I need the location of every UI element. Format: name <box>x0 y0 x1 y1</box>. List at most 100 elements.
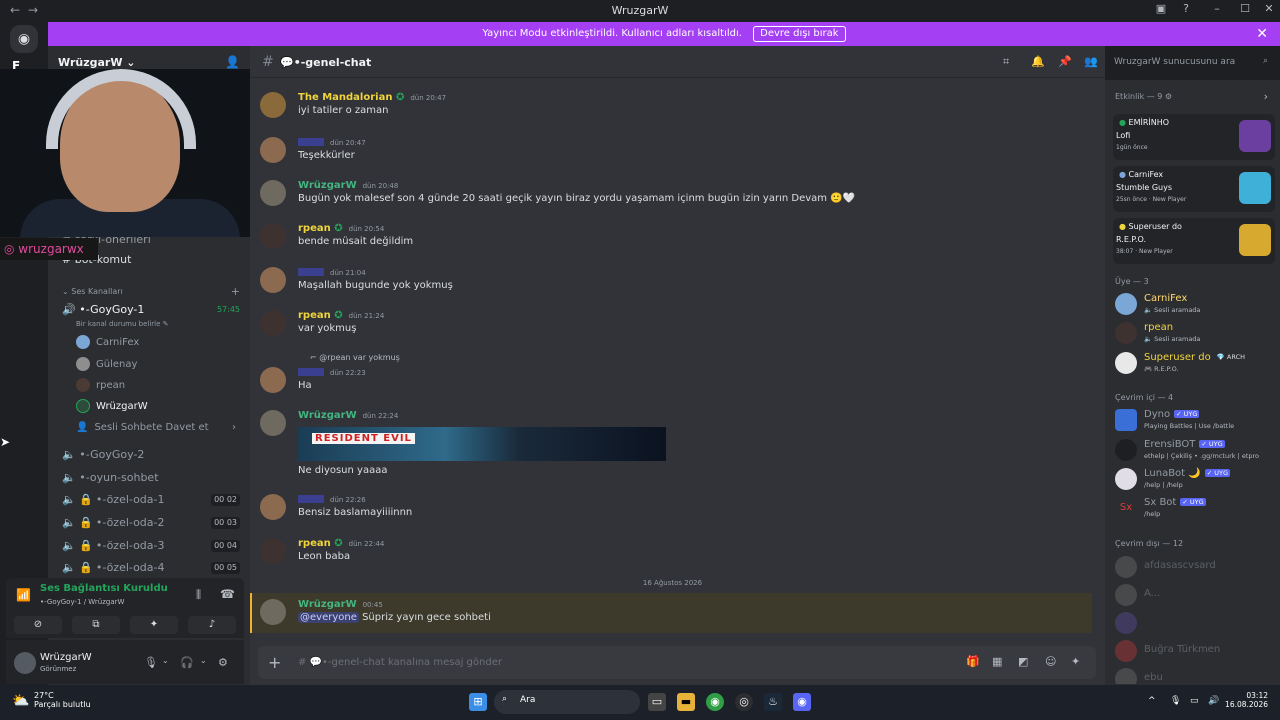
voice-channel-item[interactable]: 🔈 •-oyun-sohbet <box>56 468 246 488</box>
chevron-right-icon[interactable]: › <box>1264 90 1268 103</box>
message-author[interactable]: rpean ✪ dün 21:24 <box>298 310 384 321</box>
voice-channel-item[interactable]: 🔈 🔒 •-özel-oda-4 00 05 <box>56 558 246 578</box>
apps-icon[interactable]: ✦ <box>1071 655 1080 668</box>
soundboard-button[interactable]: ♪ <box>188 616 236 634</box>
sticker-icon[interactable]: ◩ <box>1018 655 1028 668</box>
voice-user[interactable]: CarniFex <box>76 333 139 353</box>
gear-icon[interactable]: ⚙ <box>218 656 228 669</box>
voice-status[interactable]: Bir kanal durumu belirle ✎ <box>70 314 260 334</box>
voice-channel-item[interactable]: 🔈 🔒 •-özel-oda-3 00 04 <box>56 536 246 556</box>
minimize-button[interactable]: – <box>1206 2 1228 15</box>
activity-card[interactable]: ● EMİRİNHO Lofi 1gün önce <box>1113 114 1275 160</box>
signal-icon[interactable]: 📶 <box>16 588 31 602</box>
pin-icon[interactable]: 📌 <box>1058 55 1072 68</box>
network-icon[interactable]: ▭ <box>1190 696 1199 706</box>
server-search[interactable]: WruzgarW sunucusunu ara ⌕ <box>1108 53 1274 73</box>
add-channel-icon[interactable]: + <box>231 282 240 302</box>
mic-tray-icon[interactable]: 🎙 <box>1170 696 1181 706</box>
voice-category[interactable]: ⌄ Ses Kanalları + <box>56 282 246 302</box>
member-item[interactable]: LunaBot 🌙 ✓ UYG /help | /help <box>1113 466 1278 492</box>
invite-to-voice[interactable]: 👤 Sesli Sohbete Davet et › <box>76 418 236 438</box>
member-item[interactable] <box>1113 610 1278 636</box>
member-item[interactable]: Sx Sx Bot ✓ UYG /help <box>1113 495 1278 521</box>
windows-start-icon[interactable]: ⊞ <box>469 693 487 711</box>
voice-channel-item[interactable]: 🔈 •-GoyGoy-2 <box>56 445 246 465</box>
inbox-icon[interactable]: ▣ <box>1150 2 1172 15</box>
discord-home-icon[interactable]: ◉ <box>10 25 38 53</box>
camera-off-button[interactable]: ⊘ <box>14 616 62 634</box>
task-view-icon[interactable]: ▭ <box>648 693 666 711</box>
voice-channel-item[interactable]: 🔈 🔒 •-özel-oda-1 00 02 <box>56 490 246 510</box>
member-item[interactable]: Superuser do 💎 ARCH 🎮 R.E.P.O. <box>1113 350 1278 376</box>
member-item[interactable]: A... <box>1113 582 1278 608</box>
message-author[interactable]: rpean ✪ dün 22:44 <box>298 538 384 549</box>
avatar[interactable] <box>260 494 286 520</box>
voice-user[interactable]: rpean <box>76 376 125 396</box>
member-item[interactable]: ebu <box>1113 666 1278 684</box>
avatar[interactable] <box>260 180 286 206</box>
taskbar-search[interactable]: ⌕ Ara <box>494 690 640 714</box>
member-item[interactable]: rpean 🔈 Sesli aramada <box>1113 320 1278 346</box>
screen-share-button[interactable]: ⧉ <box>72 616 120 634</box>
avatar[interactable] <box>260 599 286 625</box>
volume-icon[interactable]: 🔊 <box>1208 696 1219 706</box>
discord-taskbar-icon[interactable]: ◉ <box>793 693 811 711</box>
message-composer[interactable]: + # 💬•-genel-chat kanalına mesaj gönder … <box>258 646 1096 679</box>
weather-icon[interactable]: ⛅ <box>12 693 29 709</box>
add-member-icon[interactable]: 👤 <box>225 55 240 69</box>
banner-close-icon[interactable]: ✕ <box>1256 22 1268 46</box>
avatar[interactable] <box>260 410 286 436</box>
message-author[interactable]: WrüzgarW 00:45 <box>298 599 383 610</box>
message-author[interactable]: WrüzgarW dün 22:24 <box>298 410 398 421</box>
bell-icon[interactable]: 🔔 <box>1031 55 1045 68</box>
activity-card[interactable]: ● CarniFex Stumble Guys 25sn önce · New … <box>1113 166 1275 212</box>
message-author[interactable]: dün 22:26 <box>298 494 366 505</box>
voice-channel-path[interactable]: •-GoyGoy-1 / WrüzgarW <box>40 598 124 606</box>
activities-button[interactable]: ✦ <box>130 616 178 634</box>
voice-channel-item[interactable]: 🔈 🔒 •-özel-oda-2 00 03 <box>56 513 246 533</box>
avatar[interactable] <box>260 367 286 393</box>
members-icon[interactable]: 👥 <box>1084 55 1098 68</box>
disconnect-icon[interactable]: ☎ <box>220 587 235 601</box>
system-clock[interactable]: 03:12 16.08.2026 <box>1225 691 1268 709</box>
voice-status-text[interactable]: Ses Bağlantısı Kuruldu <box>40 583 168 594</box>
activity-card[interactable]: ● Superuser do R.E.P.O. 38:07 · New Play… <box>1113 218 1275 264</box>
member-item[interactable]: CarniFex 🔈 Sesli aramada <box>1113 291 1278 317</box>
member-item[interactable]: afdasascvsard <box>1113 554 1278 580</box>
avatar[interactable] <box>260 137 286 163</box>
voice-user[interactable]: WrüzgarW <box>76 397 148 417</box>
obs-icon[interactable]: ◎ <box>735 693 753 711</box>
disable-streamer-button[interactable]: Devre dışı bırak <box>753 26 846 42</box>
message-author[interactable]: rpean ✪ dün 20:54 <box>298 223 384 234</box>
activity-header[interactable]: Etkinlik — 9 ⚙ <box>1115 92 1172 101</box>
steam-icon[interactable]: ♨ <box>764 693 782 711</box>
chevron-down-icon[interactable]: ⌄ <box>162 656 169 665</box>
voice-user[interactable]: Gülenay <box>76 355 137 375</box>
threads-icon[interactable]: ⌗ <box>1003 55 1009 69</box>
microphone-icon[interactable]: 🎙 <box>144 656 158 669</box>
emoji-icon[interactable]: ☺ <box>1045 655 1056 668</box>
avatar[interactable] <box>260 538 286 564</box>
help-icon[interactable]: ? <box>1175 2 1197 15</box>
image-embed[interactable]: RESIDENT EVIL <box>298 427 666 461</box>
member-item[interactable]: ErensiBOT ✓ UYG ethelp | Çekiliş • .gg/mc… <box>1113 437 1278 463</box>
avatar[interactable] <box>260 92 286 118</box>
member-item[interactable]: Buğra Türkmen <box>1113 638 1278 664</box>
message-author[interactable]: dün 22:23 <box>298 367 366 378</box>
message-author[interactable]: dün 21:04 <box>298 267 366 278</box>
close-button[interactable]: ✕ <box>1258 2 1280 15</box>
user-name[interactable]: WrüzgarW <box>40 652 92 663</box>
chrome-icon[interactable]: ◉ <box>706 693 724 711</box>
plus-icon[interactable]: + <box>268 653 281 672</box>
gift-icon[interactable]: 🎁 <box>966 655 980 668</box>
message-input[interactable]: # 💬•-genel-chat kanalına mesaj gönder <box>298 657 502 668</box>
tray-chevron-icon[interactable]: ^ <box>1148 696 1156 706</box>
maximize-button[interactable]: ☐ <box>1234 2 1256 15</box>
chevron-down-icon[interactable]: ⌄ <box>200 656 207 665</box>
reply-preview[interactable]: ⌐ @rpean var yokmuş <box>310 353 400 362</box>
message-author[interactable]: The Mandalorian ✪ dün 20:47 <box>298 92 446 103</box>
member-item[interactable]: Dyno ✓ UYG Playing Battles | Use /battle <box>1113 407 1278 433</box>
file-explorer-icon[interactable]: ▬ <box>677 693 695 711</box>
avatar[interactable] <box>14 652 36 674</box>
mention-message[interactable]: WrüzgarW 00:45 @everyone Süpriz yayın gec… <box>250 593 1092 633</box>
